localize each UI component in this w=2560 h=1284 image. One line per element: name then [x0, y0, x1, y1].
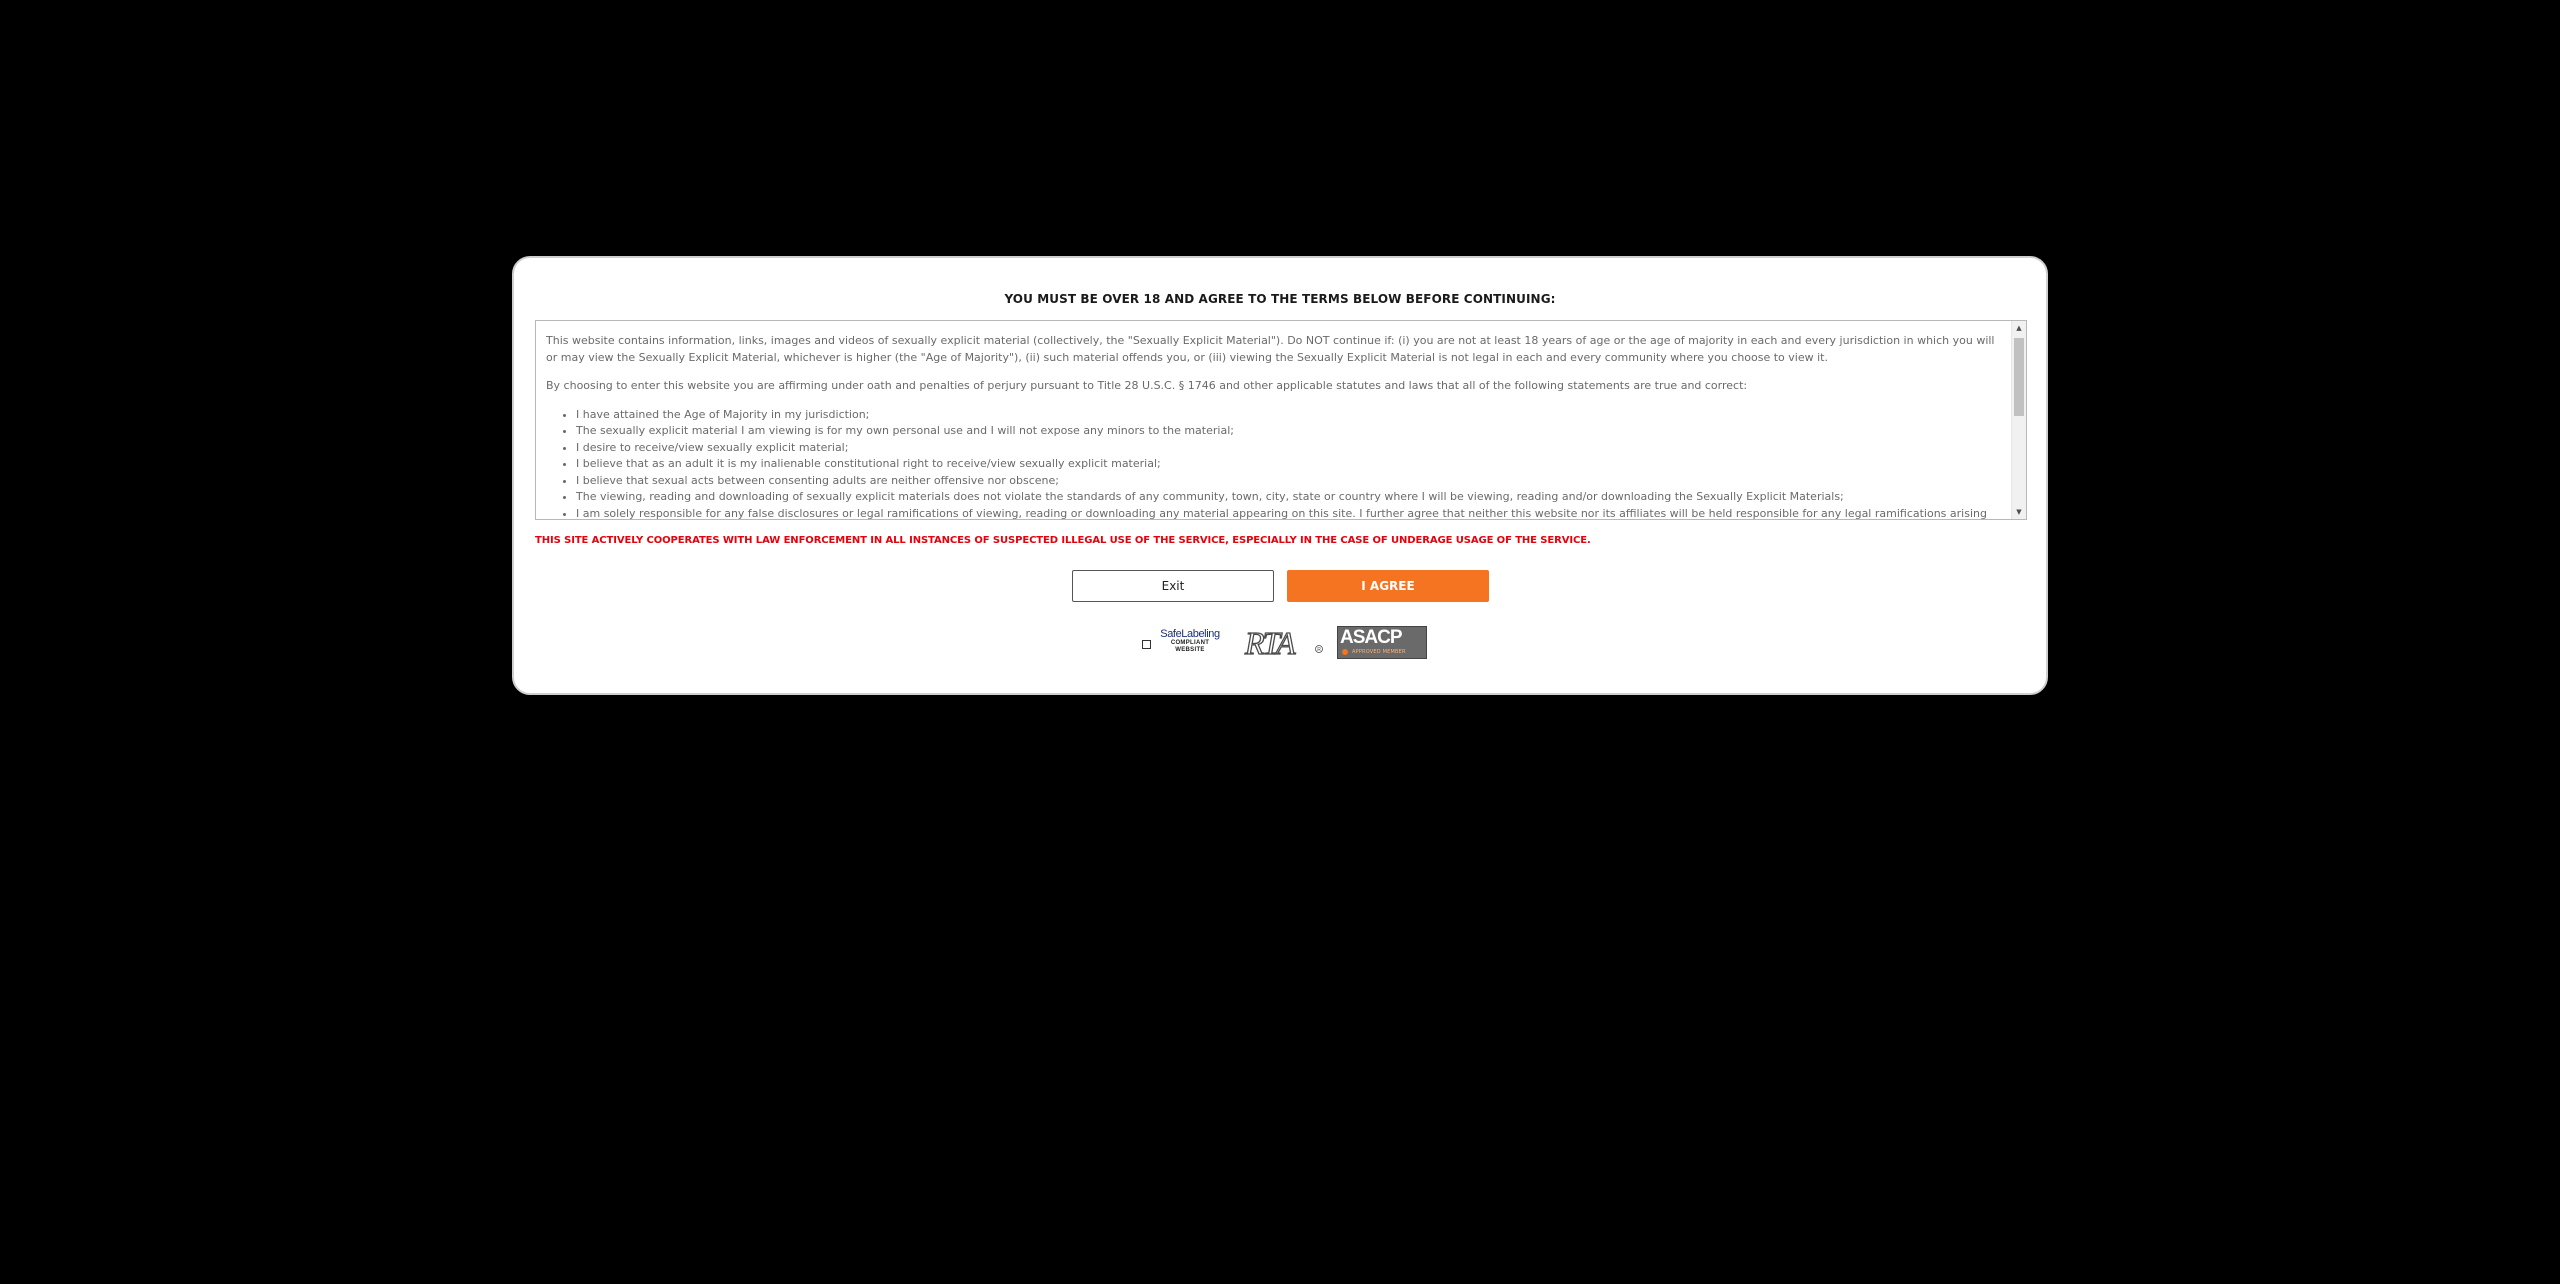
scroll-thumb[interactable]	[2014, 338, 2024, 416]
svg-text:R: R	[1317, 647, 1321, 653]
list-item: I have attained the Age of Majority in m…	[576, 407, 2002, 424]
age-verification-modal: YOU MUST BE OVER 18 AND AGREE TO THE TER…	[512, 256, 2048, 695]
list-item: I believe that sexual acts between conse…	[576, 473, 2002, 490]
terms-scroll-box[interactable]: This website contains information, links…	[535, 320, 2027, 520]
list-item: I am solely responsible for any false di…	[576, 506, 2002, 520]
asacp-title: ASACP	[1340, 627, 1403, 648]
terms-paragraph: By choosing to enter this website you ar…	[546, 379, 1748, 392]
scroll-down-icon[interactable]: ▼	[2012, 505, 2026, 519]
asacp-logo: ASACP APPROVED MEMBER	[1337, 626, 1427, 659]
safelabeling-subtitle: WEBSITE	[1175, 647, 1205, 653]
rta-logo: RTA R	[1243, 624, 1325, 662]
law-enforcement-warning: THIS SITE ACTIVELY COOPERATES WITH LAW E…	[535, 535, 1591, 546]
list-item: I desire to receive/view sexually explic…	[576, 440, 2002, 457]
scroll-up-icon[interactable]: ▲	[2012, 321, 2026, 335]
terms-list: I have attained the Age of Majority in m…	[546, 407, 2002, 520]
vertical-scrollbar[interactable]: ▲ ▼	[2011, 321, 2026, 519]
asacp-subtitle: APPROVED MEMBER	[1352, 649, 1406, 655]
compliance-badges: SafeLabeling COMPLIANT WEBSITE RTA R ASA…	[514, 624, 2046, 662]
list-item: The sexually explicit material I am view…	[576, 423, 2002, 440]
safelabeling-subtitle: COMPLIANT	[1170, 640, 1210, 646]
list-item: The viewing, reading and downloading of …	[576, 489, 2002, 506]
list-item: I believe that as an adult it is my inal…	[576, 456, 2002, 473]
asacp-dot-icon	[1342, 649, 1348, 655]
modal-title: YOU MUST BE OVER 18 AND AGREE TO THE TER…	[1004, 292, 1556, 306]
terms-paragraph: This website contains information, links…	[546, 334, 1995, 364]
svg-text:RTA: RTA	[1244, 626, 1296, 660]
terms-content: This website contains information, links…	[546, 321, 2002, 519]
agree-button[interactable]: I AGREE	[1287, 570, 1489, 602]
safelabeling-title: SafeLabeling	[1160, 628, 1220, 640]
checkbox-icon[interactable]	[1142, 640, 1151, 649]
safelabeling-logo: SafeLabeling COMPLIANT WEBSITE	[1155, 628, 1225, 658]
exit-button[interactable]: Exit	[1072, 570, 1274, 602]
